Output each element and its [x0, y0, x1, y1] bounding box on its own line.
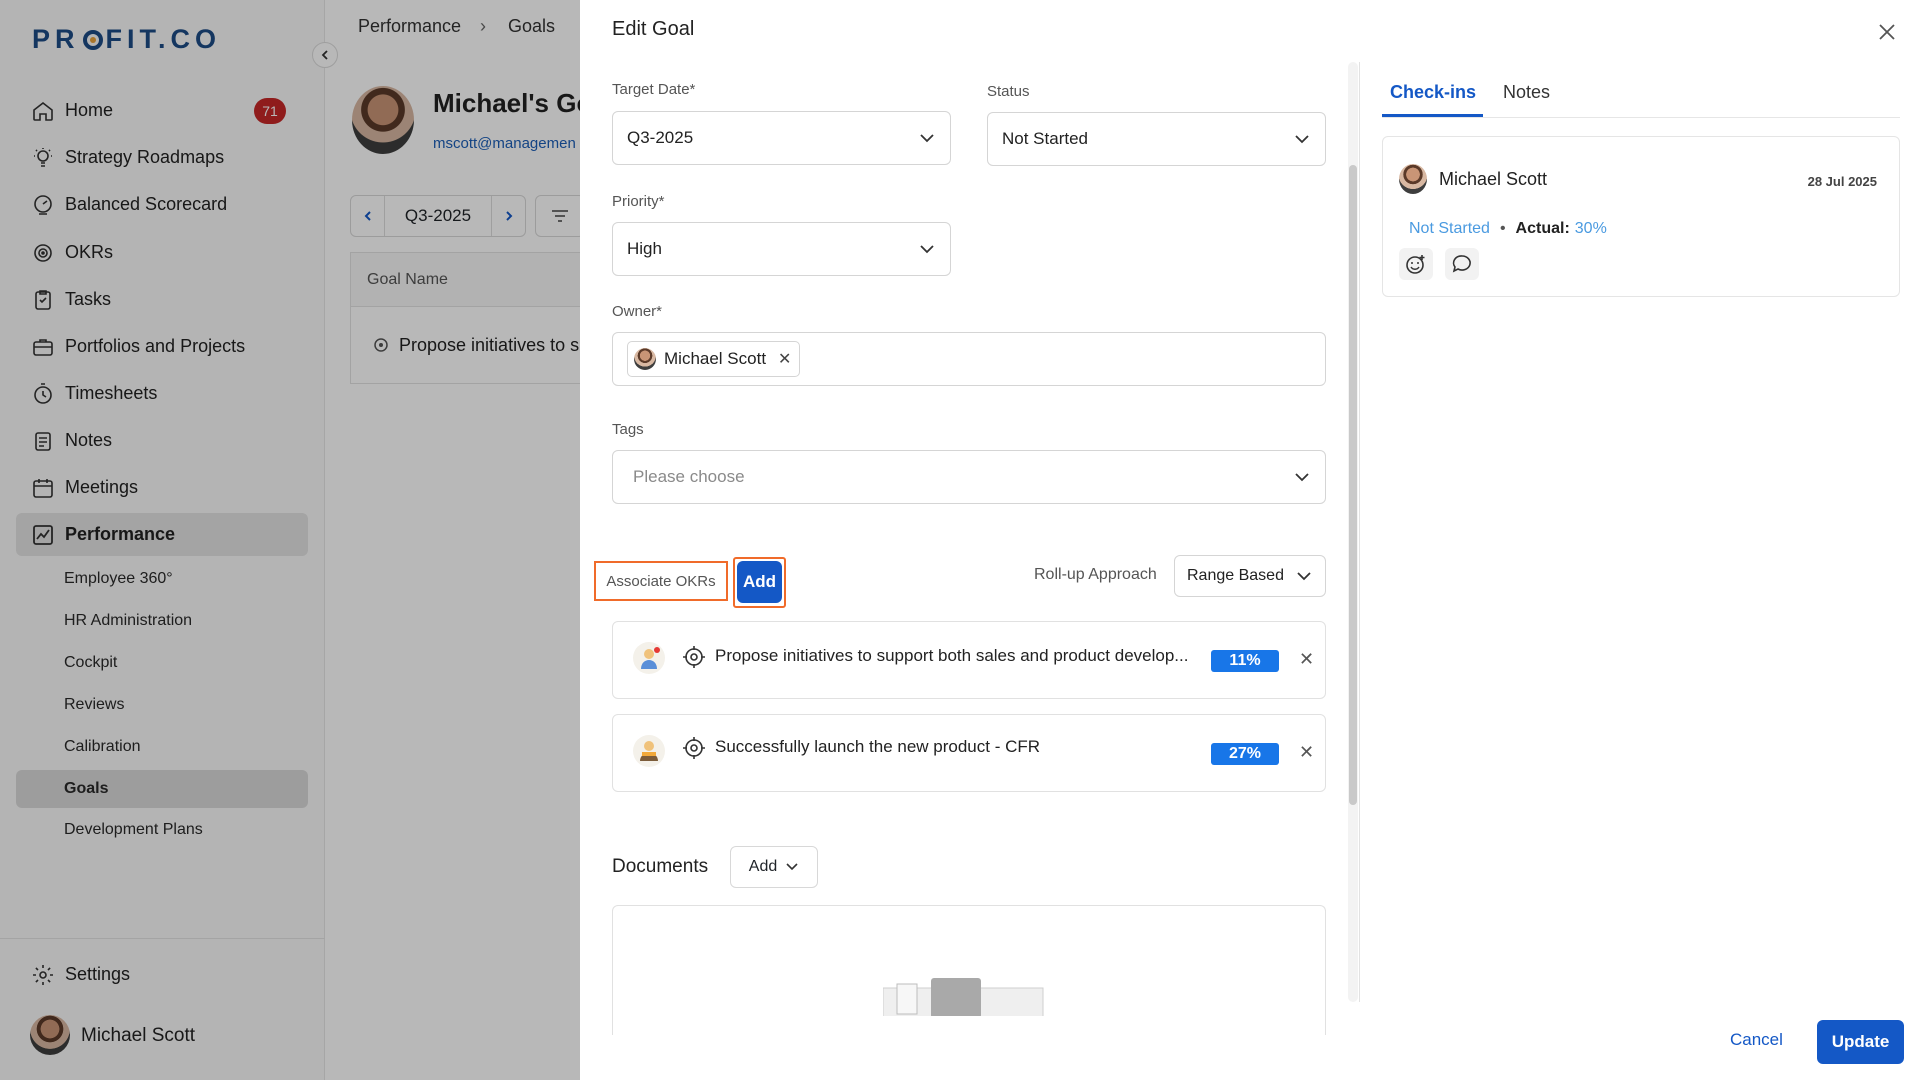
- rollup-approach-select[interactable]: Range Based: [1174, 555, 1326, 597]
- tags-label: Tags: [612, 421, 644, 438]
- chevron-down-icon: [920, 245, 934, 254]
- target-date-value: Q3-2025: [627, 128, 694, 147]
- associated-okr-card: Propose initiatives to support both sale…: [612, 621, 1326, 699]
- owner-chip: Michael Scott ✕: [627, 341, 801, 377]
- chevron-down-icon: [920, 134, 934, 143]
- priority-select[interactable]: High: [612, 222, 951, 276]
- remove-okr-button[interactable]: ✕: [1299, 649, 1314, 670]
- chevron-down-icon: [1295, 135, 1309, 144]
- okr-progress-badge: 27%: [1211, 743, 1279, 765]
- okr-owner-avatar: [633, 735, 665, 767]
- documents-add-label: Add: [748, 858, 778, 875]
- priority-label: Priority*: [612, 193, 665, 210]
- okr-title[interactable]: Successfully launch the new product - CF…: [715, 737, 1040, 757]
- active-tab-indicator: [1382, 114, 1483, 117]
- comment-button[interactable]: [1445, 248, 1479, 280]
- panel-divider: [1359, 62, 1360, 1002]
- tags-placeholder: Please choose: [633, 467, 745, 486]
- target-date-label: Target Date*: [612, 81, 696, 98]
- emoji-add-icon: [1406, 255, 1425, 274]
- checkin-date: 28 Jul 2025: [1807, 174, 1877, 189]
- remove-owner-icon[interactable]: ✕: [778, 349, 791, 369]
- chevron-down-icon: [1295, 473, 1309, 482]
- rollup-approach-label: Roll-up Approach: [1034, 566, 1157, 583]
- okr-target-icon: [683, 646, 705, 668]
- person-illustration-icon: [640, 741, 658, 761]
- modal-overlay[interactable]: [0, 0, 580, 1080]
- target-date-select[interactable]: Q3-2025: [612, 111, 951, 165]
- person-illustration-icon: [641, 647, 660, 669]
- documents-add-button[interactable]: Add: [730, 846, 818, 888]
- chevron-down-icon: [1297, 572, 1311, 581]
- add-okr-button[interactable]: Add: [737, 561, 782, 603]
- tags-select[interactable]: Please choose: [612, 450, 1326, 504]
- actual-value: 30%: [1574, 220, 1607, 237]
- okr-progress-badge: 11%: [1211, 650, 1279, 672]
- avatar: [1399, 164, 1427, 194]
- checkin-user: Michael Scott: [1439, 169, 1548, 189]
- priority-value: High: [627, 239, 662, 258]
- status-select[interactable]: Not Started: [987, 112, 1326, 166]
- comment-icon: [1452, 255, 1471, 273]
- owner-field[interactable]: Michael Scott ✕: [612, 332, 1326, 386]
- edit-goal-panel: Edit Goal Target Date* Q3-2025 Status No…: [580, 0, 1920, 1080]
- okr-owner-avatar: [633, 642, 665, 674]
- actual-label: Actual:: [1515, 220, 1570, 237]
- checkin-summary: Not Started • Actual: 30%: [1409, 220, 1607, 238]
- owner-label: Owner*: [612, 303, 663, 320]
- separator-dot: •: [1499, 220, 1506, 237]
- associated-okr-card: Successfully launch the new product - CF…: [612, 714, 1326, 792]
- chevron-down-icon: [786, 863, 798, 871]
- okr-target-icon: [683, 737, 705, 759]
- rollup-approach-value: Range Based: [1187, 567, 1284, 584]
- documents-label: Documents: [612, 856, 709, 877]
- empty-folder-illustration-icon: [883, 978, 1044, 1016]
- checkin-card: Michael Scott 28 Jul 2025 Not Started • …: [1382, 136, 1900, 297]
- associate-okrs-label: Associate OKRs: [594, 561, 728, 601]
- tab-notes[interactable]: Notes: [1503, 82, 1550, 103]
- panel-title: Edit Goal: [612, 18, 695, 40]
- checkin-status: Not Started: [1409, 220, 1490, 237]
- form-scrollbar-thumb[interactable]: [1349, 165, 1357, 805]
- tab-check-ins[interactable]: Check-ins: [1390, 82, 1476, 103]
- close-icon: [1879, 24, 1895, 40]
- avatar: [634, 348, 656, 370]
- status-label: Status: [987, 83, 1030, 100]
- status-value: Not Started: [1002, 129, 1088, 148]
- remove-okr-button[interactable]: ✕: [1299, 742, 1314, 763]
- close-button[interactable]: [1873, 18, 1901, 46]
- owner-chip-label: Michael Scott: [664, 349, 767, 368]
- documents-dropzone[interactable]: [612, 905, 1326, 1035]
- react-button[interactable]: [1399, 248, 1433, 280]
- okr-title[interactable]: Propose initiatives to support both sale…: [715, 646, 1188, 666]
- update-button[interactable]: Update: [1817, 1020, 1904, 1064]
- cancel-button[interactable]: Cancel: [1730, 1030, 1783, 1050]
- tabs-divider: [1382, 117, 1900, 118]
